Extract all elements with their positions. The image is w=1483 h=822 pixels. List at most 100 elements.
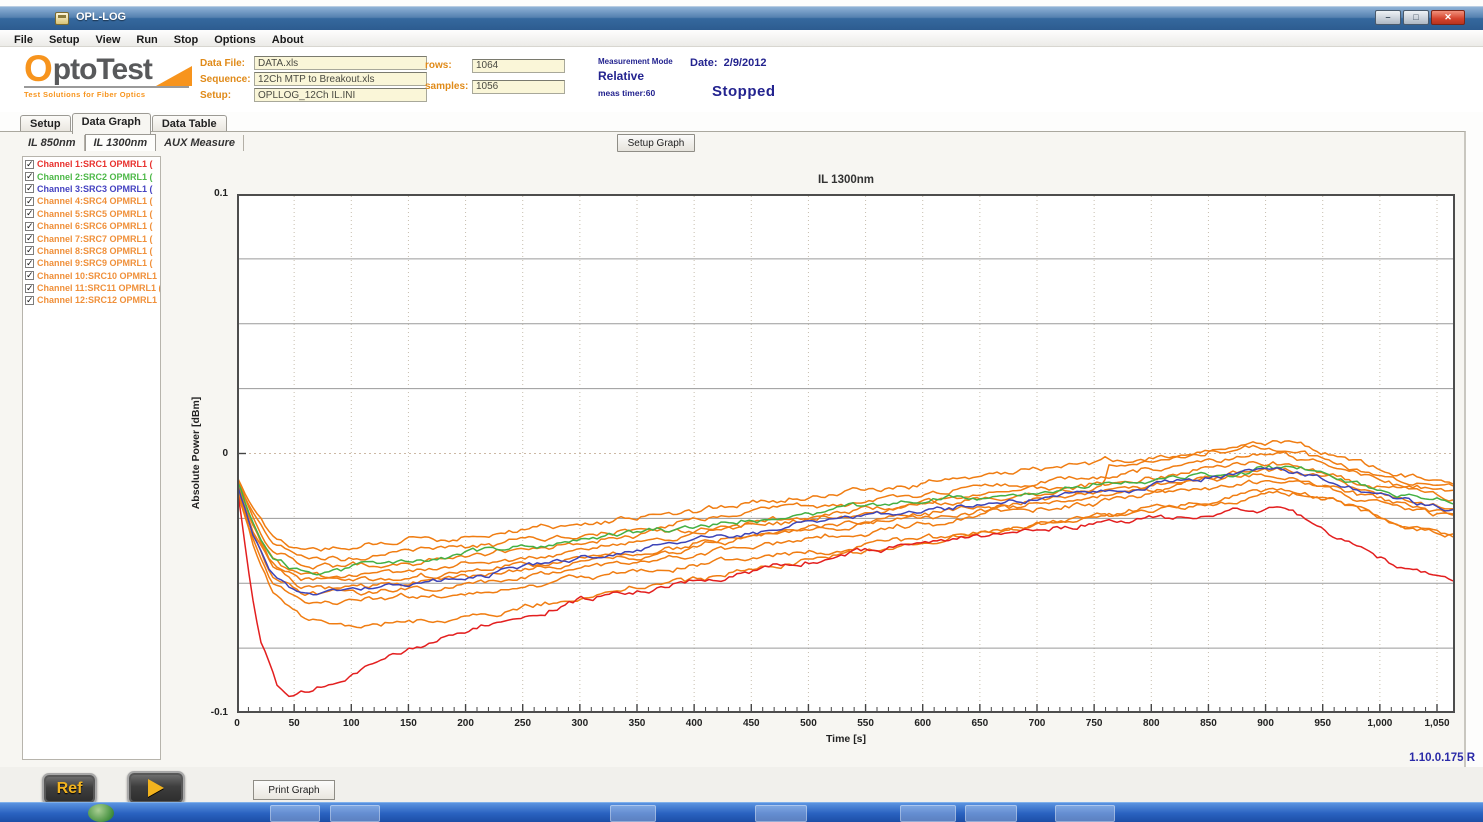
channel-row-4[interactable]: ✓Channel 4:SRC4 OPMRL1 ( xyxy=(23,195,160,207)
channel-checkbox-12[interactable]: ✓ xyxy=(25,296,34,305)
taskbar-button[interactable] xyxy=(330,805,380,822)
taskbar[interactable] xyxy=(0,802,1483,822)
x-tick-700: 700 xyxy=(1015,718,1059,729)
subtab-il-850nm[interactable]: IL 850nm xyxy=(20,135,85,151)
date-value: 2/9/2012 xyxy=(724,57,767,69)
channel-label-4: Channel 4:SRC4 OPMRL1 ( xyxy=(37,196,153,206)
taskbar-button[interactable] xyxy=(270,805,320,822)
status-badge: Stopped xyxy=(712,83,776,100)
menu-stop[interactable]: Stop xyxy=(166,32,206,46)
start-button-icon[interactable] xyxy=(88,804,114,822)
y-tick-0.1: 0.1 xyxy=(192,188,228,199)
channel-label-8: Channel 8:SRC8 OPMRL1 ( xyxy=(37,246,153,256)
ref-button[interactable]: Ref xyxy=(42,773,97,805)
channel-row-9[interactable]: ✓Channel 9:SRC9 OPMRL1 ( xyxy=(23,257,160,269)
channel-row-2[interactable]: ✓Channel 2:SRC2 OPMRL1 ( xyxy=(23,170,160,182)
x-tick-1050: 1,050 xyxy=(1415,718,1459,729)
measurement-timer: meas timer:60 xyxy=(598,88,673,98)
header: OptoTest Test Solutions for Fiber Optics… xyxy=(0,47,1483,112)
content-panel: IL 850nmIL 1300nmAUX Measure Setup Graph… xyxy=(0,131,1466,767)
channel-checkbox-10[interactable]: ✓ xyxy=(25,271,34,280)
channel-label-3: Channel 3:SRC3 OPMRL1 ( xyxy=(37,184,153,194)
setup-graph-button[interactable]: Setup Graph xyxy=(617,134,695,152)
menu-options[interactable]: Options xyxy=(206,32,264,46)
app-icon xyxy=(55,12,69,25)
taskbar-button[interactable] xyxy=(900,805,956,822)
print-graph-button[interactable]: Print Graph xyxy=(253,780,335,800)
taskbar-button[interactable] xyxy=(965,805,1017,822)
x-tick-400: 400 xyxy=(672,718,716,729)
channel-row-10[interactable]: ✓Channel 10:SRC10 OPMRL1 ( xyxy=(23,270,160,282)
channel-checkbox-5[interactable]: ✓ xyxy=(25,209,34,218)
field-row-sequence: Sequence: xyxy=(200,71,427,87)
channel-row-6[interactable]: ✓Channel 6:SRC6 OPMRL1 ( xyxy=(23,220,160,232)
channel-label-2: Channel 2:SRC2 OPMRL1 ( xyxy=(37,172,153,182)
logo-tagline: Test Solutions for Fiber Optics xyxy=(24,90,189,99)
channel-row-12[interactable]: ✓Channel 12:SRC12 OPMRL1 ( xyxy=(23,294,160,306)
footer-bar: Ref Print Graph xyxy=(0,767,1483,802)
sub-tab-bar: IL 850nmIL 1300nmAUX Measure xyxy=(20,133,244,152)
measurement-mode-label: Measurement Mode xyxy=(598,57,673,66)
menu-setup[interactable]: Setup xyxy=(41,32,88,46)
menu-file[interactable]: File xyxy=(6,32,41,46)
channel-checkbox-9[interactable]: ✓ xyxy=(25,259,34,268)
channel-checkbox-7[interactable]: ✓ xyxy=(25,234,34,243)
counter-row-samples: samples: xyxy=(425,76,565,97)
minimize-button[interactable]: – xyxy=(1375,10,1401,25)
taskbar-button[interactable] xyxy=(610,805,656,822)
channel-checkbox-6[interactable]: ✓ xyxy=(25,222,34,231)
close-button[interactable]: ✕ xyxy=(1431,10,1465,25)
x-tick-500: 500 xyxy=(786,718,830,729)
setup-field[interactable] xyxy=(254,88,427,102)
channel-row-5[interactable]: ✓Channel 5:SRC5 OPMRL1 ( xyxy=(23,208,160,220)
field-label-data-file: Data File: xyxy=(200,58,254,69)
subtab-aux-measure[interactable]: AUX Measure xyxy=(156,135,244,151)
tab-data-graph[interactable]: Data Graph xyxy=(72,113,151,134)
x-tick-600: 600 xyxy=(901,718,945,729)
counter-label-samples: samples: xyxy=(425,81,472,92)
channel-label-12: Channel 12:SRC12 OPMRL1 ( xyxy=(37,295,160,305)
channel-row-8[interactable]: ✓Channel 8:SRC8 OPMRL1 ( xyxy=(23,245,160,257)
taskbar-button[interactable] xyxy=(755,805,807,822)
measurement-mode-value: Relative xyxy=(598,69,673,83)
channel-checkbox-11[interactable]: ✓ xyxy=(25,284,34,293)
channel-row-1[interactable]: ✓Channel 1:SRC1 OPMRL1 ( xyxy=(23,158,160,170)
channel-checkbox-1[interactable]: ✓ xyxy=(25,160,34,169)
titlebar[interactable]: OPL-LOG – □ ✕ xyxy=(0,6,1483,30)
y-axis-ticks: 0.10-0.1 xyxy=(196,194,232,713)
channel-checkbox-3[interactable]: ✓ xyxy=(25,184,34,193)
channel-label-10: Channel 10:SRC10 OPMRL1 ( xyxy=(37,271,160,281)
menu-about[interactable]: About xyxy=(264,32,312,46)
menu-view[interactable]: View xyxy=(88,32,129,46)
channel-checkbox-2[interactable]: ✓ xyxy=(25,172,34,181)
field-label-sequence: Sequence: xyxy=(200,74,254,85)
x-tick-350: 350 xyxy=(615,718,659,729)
channel-row-3[interactable]: ✓Channel 3:SRC3 OPMRL1 ( xyxy=(23,183,160,195)
x-tick-0: 0 xyxy=(215,718,259,729)
samples-field[interactable] xyxy=(472,80,565,94)
sequence-field[interactable] xyxy=(254,72,427,86)
taskbar-button[interactable] xyxy=(1055,805,1115,822)
app-window: OPL-LOG – □ ✕ FileSetupViewRunStopOption… xyxy=(0,0,1483,822)
x-tick-1000: 1,000 xyxy=(1358,718,1402,729)
channel-row-7[interactable]: ✓Channel 7:SRC7 OPMRL1 ( xyxy=(23,232,160,244)
y-tick--0.1: -0.1 xyxy=(192,707,228,718)
play-button[interactable] xyxy=(127,771,185,805)
channel-checkbox-4[interactable]: ✓ xyxy=(25,197,34,206)
x-tick-250: 250 xyxy=(501,718,545,729)
x-tick-200: 200 xyxy=(444,718,488,729)
data-file-field[interactable] xyxy=(254,56,427,70)
channel-checkbox-8[interactable]: ✓ xyxy=(25,246,34,255)
logo-triangle-icon xyxy=(156,66,192,86)
x-tick-450: 450 xyxy=(729,718,773,729)
main-tab-bar: SetupData GraphData Table xyxy=(20,112,228,132)
channel-label-1: Channel 1:SRC1 OPMRL1 ( xyxy=(37,159,153,169)
channel-row-11[interactable]: ✓Channel 11:SRC11 OPMRL1 ( xyxy=(23,282,160,294)
x-tick-550: 550 xyxy=(844,718,888,729)
rows-field[interactable] xyxy=(472,59,565,73)
channel-label-5: Channel 5:SRC5 OPMRL1 ( xyxy=(37,209,153,219)
x-tick-50: 50 xyxy=(272,718,316,729)
menu-run[interactable]: Run xyxy=(128,32,165,46)
subtab-il-1300nm[interactable]: IL 1300nm xyxy=(85,134,157,151)
maximize-button[interactable]: □ xyxy=(1403,10,1429,25)
